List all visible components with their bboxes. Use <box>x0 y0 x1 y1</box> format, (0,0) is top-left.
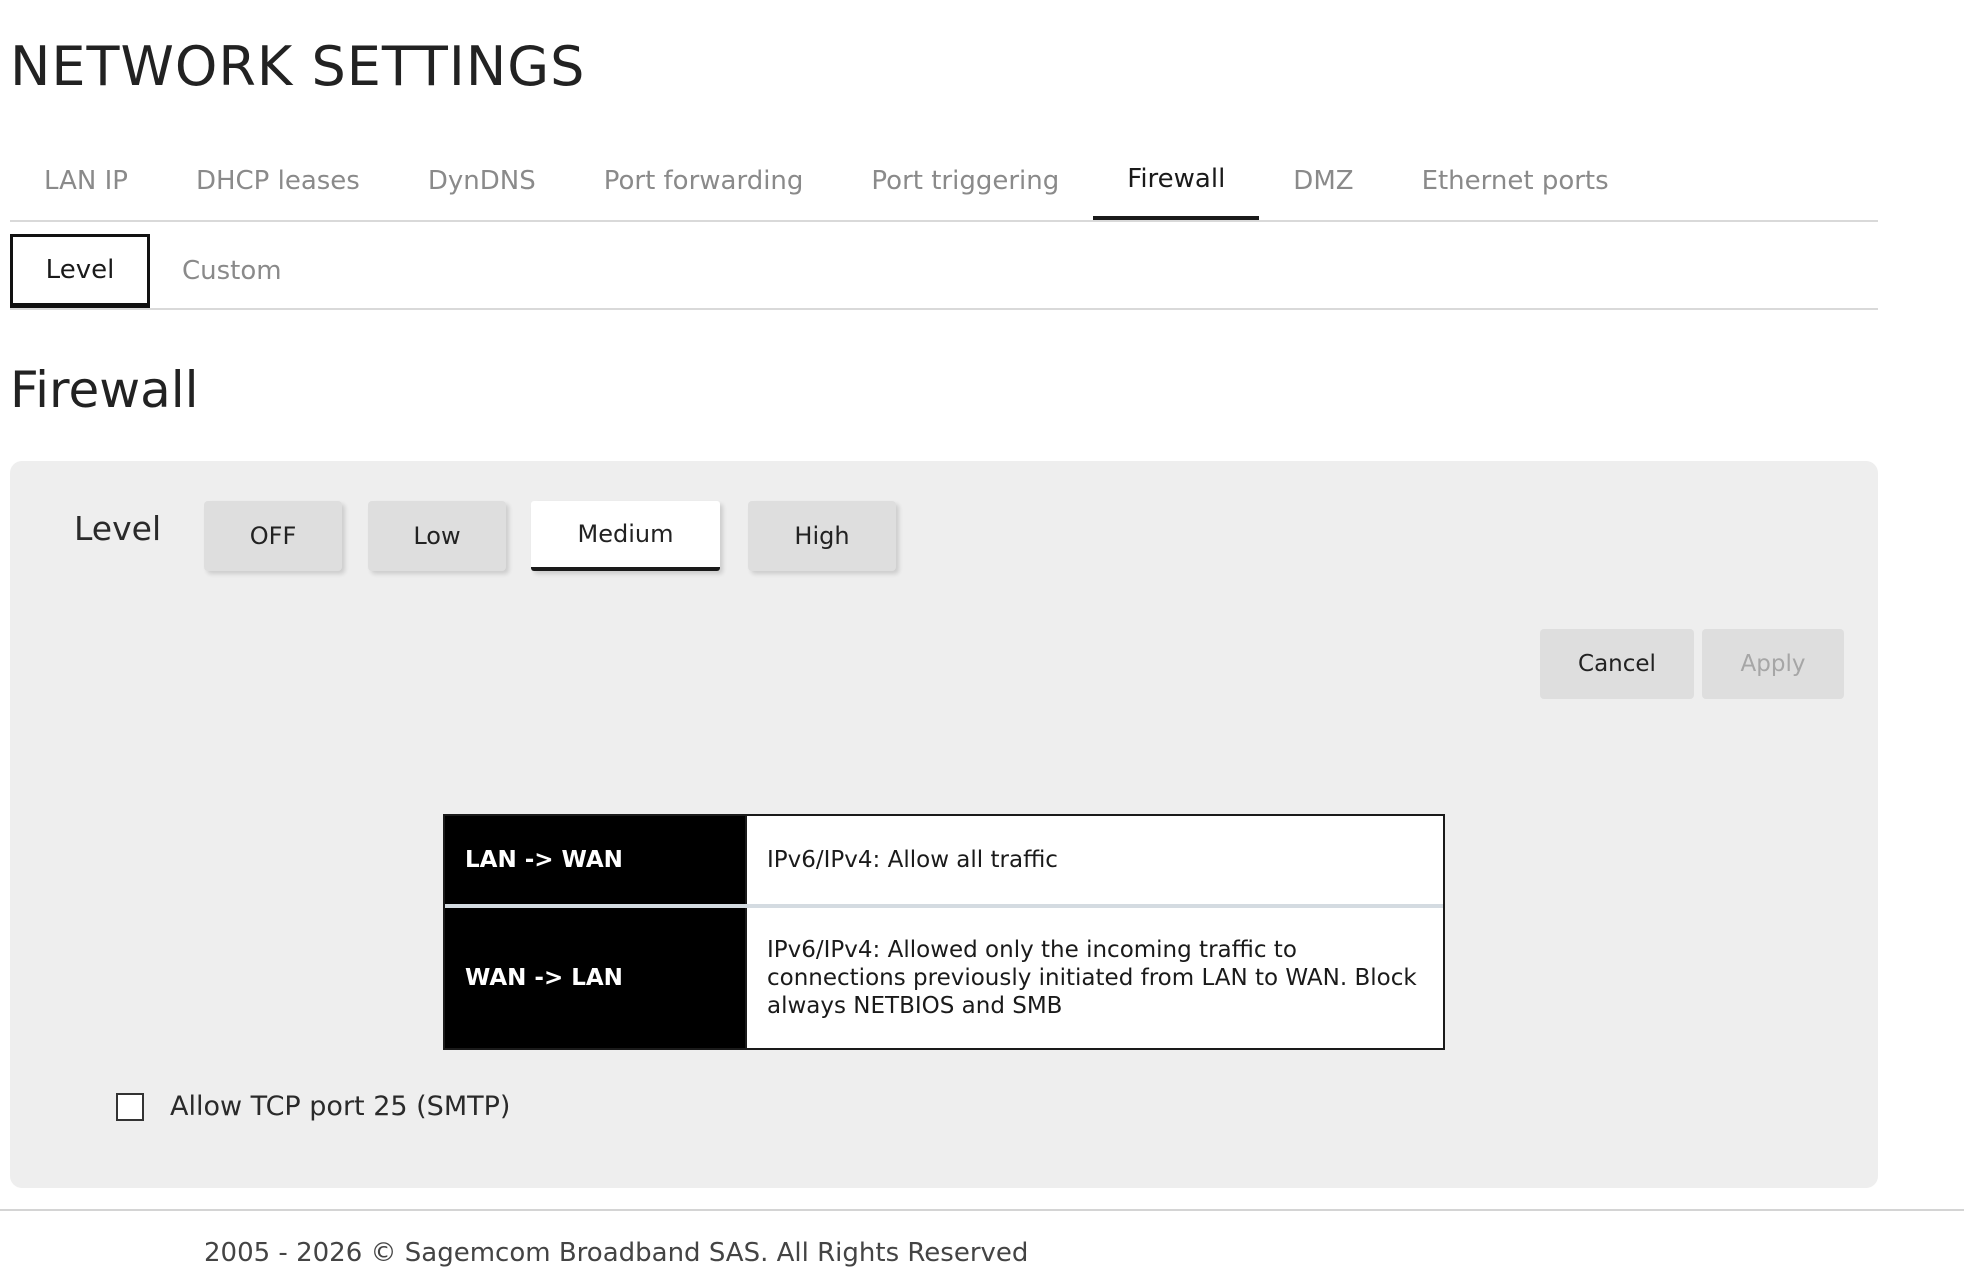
rule-direction: LAN -> WAN <box>445 816 745 904</box>
rule-description: IPv6/IPv4: Allow all traffic <box>745 816 1443 904</box>
page-title: NETWORK SETTINGS <box>10 35 586 98</box>
section-title: Firewall <box>10 361 199 419</box>
tab-dyndns[interactable]: DynDNS <box>394 150 570 220</box>
rule-direction: WAN -> LAN <box>445 908 745 1048</box>
level-low-button[interactable]: Low <box>368 501 506 571</box>
page: NETWORK SETTINGS LAN IP DHCP leases DynD… <box>0 0 1964 1268</box>
tab-firewall[interactable]: Firewall <box>1093 150 1260 220</box>
smtp-label: Allow TCP port 25 (SMTP) <box>170 1091 511 1122</box>
tab-dhcp-leases[interactable]: DHCP leases <box>162 150 394 220</box>
firewall-rules-table: LAN -> WAN IPv6/IPv4: Allow all traffic … <box>443 814 1445 1050</box>
cancel-button[interactable]: Cancel <box>1540 629 1694 699</box>
smtp-option[interactable]: Allow TCP port 25 (SMTP) <box>116 1091 510 1122</box>
smtp-checkbox[interactable] <box>116 1092 144 1121</box>
tab-ethernet-ports[interactable]: Ethernet ports <box>1388 150 1643 220</box>
table-row: WAN -> LAN IPv6/IPv4: Allowed only the i… <box>445 904 1443 1048</box>
firewall-panel: Level OFF Low Medium High Cancel Apply L… <box>10 461 1878 1188</box>
apply-button[interactable]: Apply <box>1702 629 1844 699</box>
level-medium-button[interactable]: Medium <box>531 501 720 571</box>
sub-tabs: Level Custom <box>10 234 1878 310</box>
tab-lan-ip[interactable]: LAN IP <box>10 150 162 220</box>
level-high-button[interactable]: High <box>748 501 896 571</box>
tab-port-triggering[interactable]: Port triggering <box>837 150 1093 220</box>
level-off-button[interactable]: OFF <box>204 501 342 571</box>
subtab-level[interactable]: Level <box>10 234 150 308</box>
footer-divider <box>0 1209 1964 1211</box>
table-row: LAN -> WAN IPv6/IPv4: Allow all traffic <box>445 816 1443 904</box>
main-tabs: LAN IP DHCP leases DynDNS Port forwardin… <box>10 150 1878 222</box>
rule-description: IPv6/IPv4: Allowed only the incoming tra… <box>745 908 1443 1048</box>
tab-dmz[interactable]: DMZ <box>1259 150 1387 220</box>
footer-copyright: 2005 - 2026 © Sagemcom Broadband SAS. Al… <box>204 1238 1029 1268</box>
tab-port-forwarding[interactable]: Port forwarding <box>570 150 838 220</box>
level-label: Level <box>74 509 162 548</box>
subtab-custom[interactable]: Custom <box>150 234 314 308</box>
